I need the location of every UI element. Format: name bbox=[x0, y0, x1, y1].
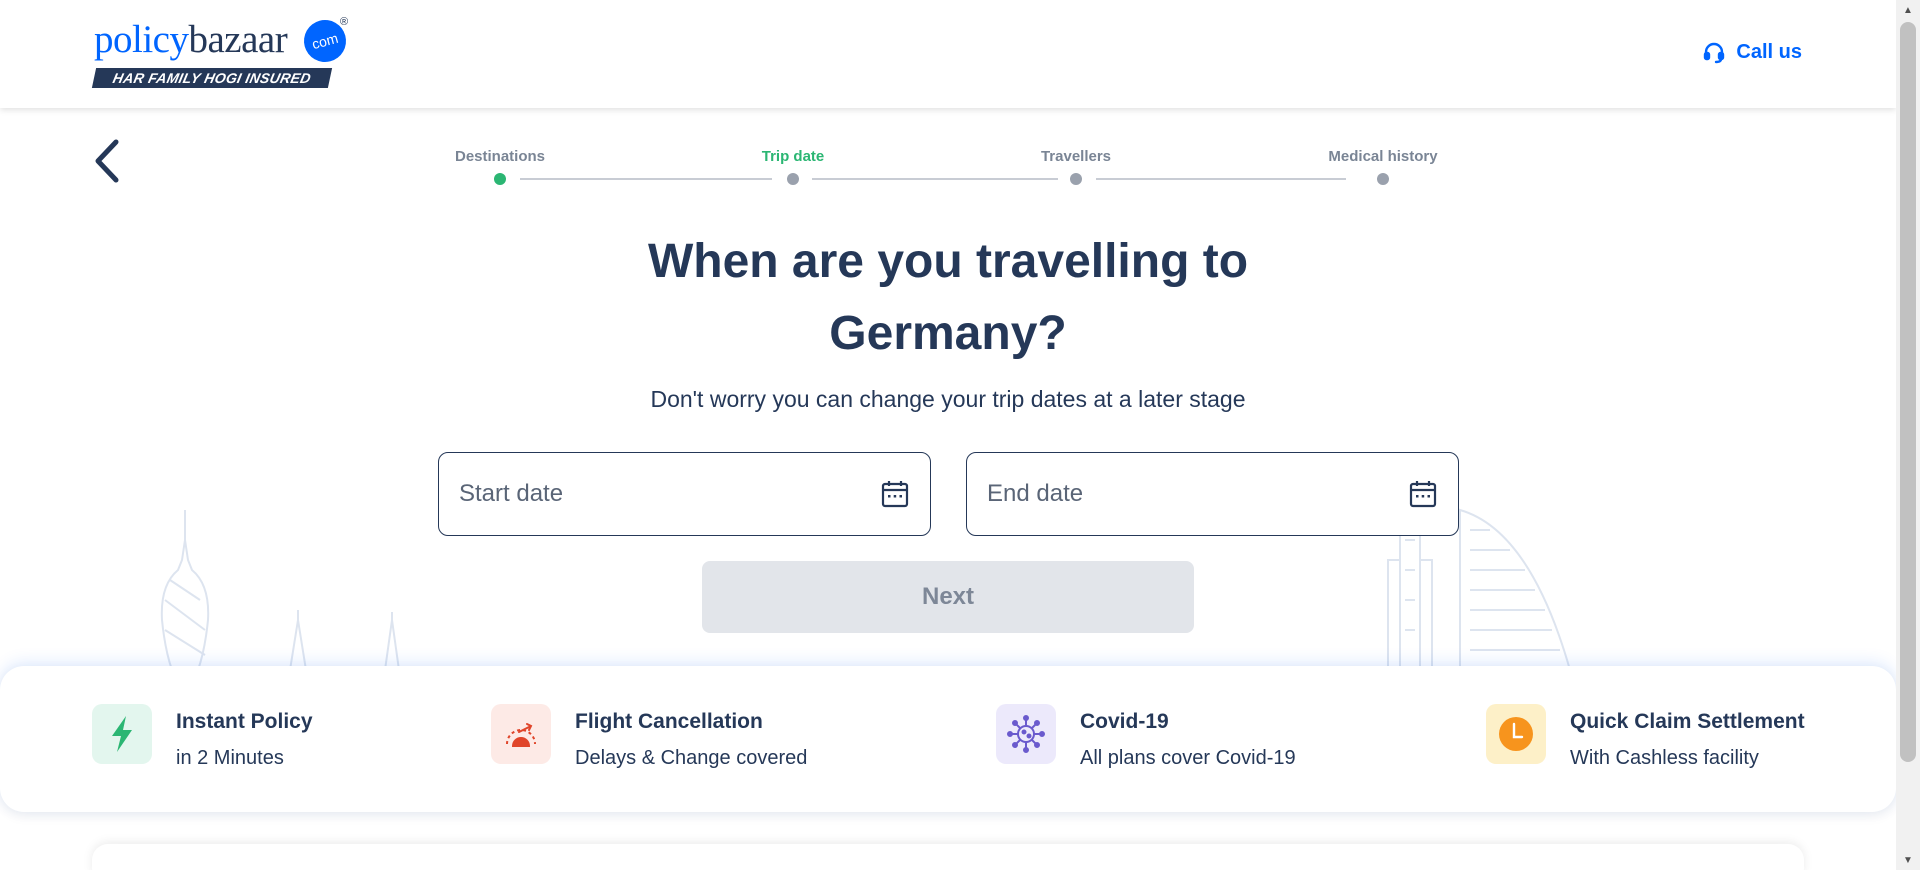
step-connector bbox=[812, 178, 1058, 180]
logo-wordmark: policybazaar bbox=[94, 18, 288, 61]
feature-icon-box bbox=[491, 704, 551, 764]
logo-registered-mark: ® bbox=[340, 16, 349, 28]
back-button[interactable] bbox=[90, 138, 126, 184]
bottom-content-card bbox=[92, 844, 1804, 870]
step-connector bbox=[520, 178, 772, 180]
page-title-line2: Germany? bbox=[829, 307, 1067, 360]
feature-subtitle: All plans cover Covid-19 bbox=[1080, 747, 1296, 769]
feature-title: Flight Cancellation bbox=[575, 710, 763, 733]
next-button[interactable]: Next bbox=[702, 561, 1194, 633]
page-title-line1: When are you travelling to bbox=[647, 235, 1249, 288]
call-us-button[interactable]: Call us bbox=[1702, 40, 1802, 64]
page-subtitle: Don't worry you can change your trip dat… bbox=[650, 386, 1246, 412]
clock-icon bbox=[1499, 717, 1533, 751]
start-date-field[interactable] bbox=[438, 452, 931, 536]
feature-subtitle: With Cashless facility bbox=[1570, 747, 1759, 769]
step-label-travellers: Travellers bbox=[1040, 148, 1112, 165]
page-title: When are you travelling to Germany? bbox=[560, 226, 1336, 370]
feature-title: Covid-19 bbox=[1080, 710, 1169, 733]
virus-icon bbox=[1007, 715, 1045, 753]
feature-icon-box bbox=[92, 704, 152, 764]
scrollbar-thumb[interactable] bbox=[1900, 22, 1916, 762]
policybazaar-logo[interactable]: policybazaar com ® HAR FAMILY HOGI INSUR… bbox=[91, 15, 354, 90]
end-date-input[interactable] bbox=[987, 480, 1408, 508]
end-date-field[interactable] bbox=[966, 452, 1459, 536]
feature-covid-19: Covid-19 All plans cover Covid-19 bbox=[996, 704, 1296, 772]
start-date-input[interactable] bbox=[459, 480, 880, 508]
step-dot-destinations bbox=[494, 173, 506, 185]
progress-stepper: Destinations Trip date Travellers Medica… bbox=[440, 148, 1440, 188]
feature-flight-cancellation: Flight Cancellation Delays & Change cove… bbox=[491, 704, 807, 772]
feature-icon-box bbox=[1486, 704, 1546, 764]
call-us-label: Call us bbox=[1736, 40, 1802, 63]
chevron-left-icon bbox=[95, 139, 119, 183]
feature-icon-box bbox=[996, 704, 1056, 764]
scroll-down-arrow-icon[interactable]: ▼ bbox=[1896, 850, 1920, 870]
step-dot-trip-date bbox=[787, 173, 799, 185]
step-label-medical-history: Medical history bbox=[1328, 148, 1438, 165]
feature-title: Quick Claim Settlement bbox=[1570, 710, 1805, 733]
feature-instant-policy: Instant Policy in 2 Minutes bbox=[92, 704, 313, 772]
headset-icon bbox=[1704, 42, 1725, 64]
calendar-icon[interactable] bbox=[880, 479, 910, 509]
step-connector bbox=[1096, 178, 1346, 180]
scroll-up-arrow-icon[interactable]: ▲ bbox=[1896, 0, 1920, 20]
logo-tagline: HAR FAMILY HOGI INSURED bbox=[91, 68, 333, 88]
step-label-trip-date[interactable]: Trip date bbox=[762, 148, 825, 165]
features-strip: Instant Policy in 2 Minutes Flight Cance… bbox=[0, 666, 1896, 812]
feature-title: Instant Policy bbox=[176, 710, 313, 733]
step-dot-medical-history bbox=[1377, 173, 1389, 185]
feature-quick-claim: Quick Claim Settlement With Cashless fac… bbox=[1486, 704, 1805, 772]
calendar-icon[interactable] bbox=[1408, 479, 1438, 509]
feature-subtitle: Delays & Change covered bbox=[575, 747, 808, 769]
step-dot-travellers bbox=[1070, 173, 1082, 185]
lightning-icon bbox=[112, 716, 132, 752]
flight-gauge-icon bbox=[506, 723, 536, 747]
header: policybazaar com ® HAR FAMILY HOGI INSUR… bbox=[0, 0, 1896, 108]
step-label-destinations[interactable]: Destinations bbox=[455, 148, 545, 165]
vertical-scrollbar[interactable]: ▲ ▼ bbox=[1896, 0, 1920, 870]
feature-subtitle: in 2 Minutes bbox=[176, 747, 284, 769]
